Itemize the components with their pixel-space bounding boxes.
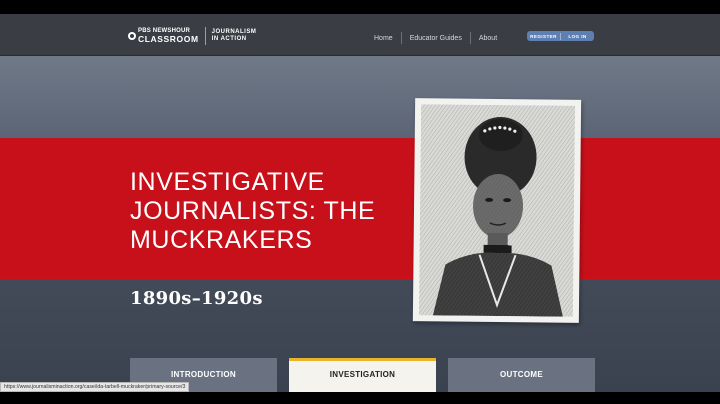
logo-sub-line2: IN ACTION [211,36,247,42]
auth-button-group: REGISTER LOG IN [527,31,594,41]
nav-about-link[interactable]: About [471,35,505,42]
site-logo[interactable]: PBS NEWSHOUR CLASSROOM JOURNALISM IN ACT… [128,27,256,45]
link-status-tooltip: https://www.journalisminaction.org/case/… [0,382,190,392]
browser-viewport: PBS NEWSHOUR CLASSROOM JOURNALISM IN ACT… [0,14,720,392]
letterbox-bottom [0,392,720,404]
page-title: INVESTIGATIVE JOURNALISTS: THE MUCKRAKER… [130,168,376,254]
tab-investigation[interactable]: INVESTIGATION [289,358,436,392]
logo-bottom-text: CLASSROOM [138,34,199,44]
nav-educator-guides-link[interactable]: Educator Guides [402,35,470,42]
logo-sub-line1: JOURNALISM [211,29,257,35]
logo-wordmark: PBS NEWSHOUR CLASSROOM [138,28,199,44]
top-navigation-bar: PBS NEWSHOUR CLASSROOM JOURNALISM IN ACT… [0,14,720,56]
logo-subbrand: JOURNALISM IN ACTION [212,29,257,43]
portrait-photo [412,98,582,323]
main-nav: Home Educator Guides About [366,32,505,44]
register-button[interactable]: REGISTER [527,34,560,39]
tab-outcome[interactable]: OUTCOME [448,358,595,392]
date-range: 1890s–1920s [130,288,263,309]
logo-divider [204,27,206,45]
hero-section: INVESTIGATIVE JOURNALISTS: THE MUCKRAKER… [0,56,720,392]
pbs-logo-icon [128,32,136,40]
login-button[interactable]: LOG IN [561,34,594,39]
portrait-engraving-image [418,104,576,317]
nav-home-link[interactable]: Home [366,35,401,42]
